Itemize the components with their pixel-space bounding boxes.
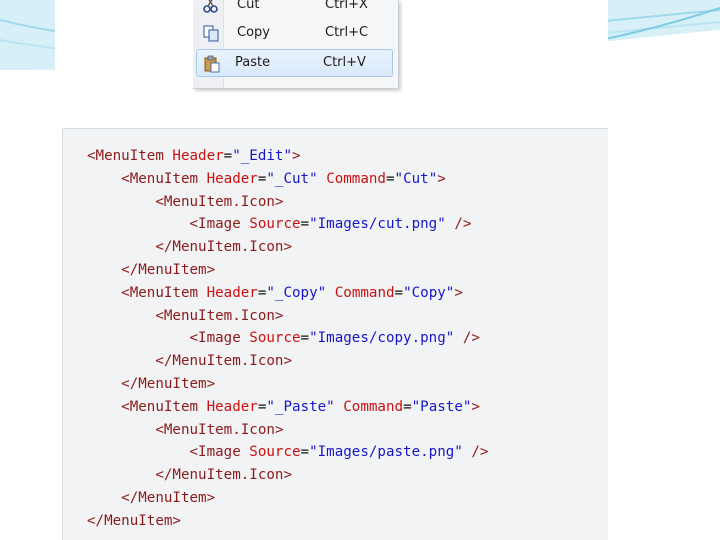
code-token-tag: </MenuItem>: [87, 261, 216, 278]
code-token-val: "_Copy": [266, 284, 335, 301]
code-token-tag: <MenuItem: [87, 398, 207, 415]
code-token-tag: />: [462, 330, 480, 347]
code-token-attr: Source: [249, 444, 301, 461]
code-token-val: "Images/paste.png": [309, 444, 472, 461]
menu-item-shortcut: Ctrl+V: [323, 55, 366, 70]
code-token-punc: =: [300, 330, 310, 347]
menu-item-label: Paste: [235, 55, 271, 70]
code-line: <Image Source="Images/paste.png" />: [87, 441, 488, 464]
code-token-attr: Header: [172, 148, 224, 164]
context-menu: Cut Ctrl+X Copy Ctrl+C Paste Ctrl+V: [193, 0, 399, 89]
code-token-attr: Command: [326, 170, 386, 187]
code-token-tag: </MenuItem>: [87, 375, 216, 392]
code-line: <MenuItem.Icon>: [87, 191, 488, 214]
code-token-punc: =: [385, 170, 395, 187]
code-token-tag: />: [454, 216, 472, 233]
code-token-tag: />: [471, 444, 489, 461]
menu-item-label: Cut: [237, 0, 260, 12]
code-line: <Image Source="Images/cut.png" />: [87, 213, 488, 236]
code-token-punc: =: [300, 444, 310, 461]
code-token-tag: </MenuItem>: [87, 489, 216, 506]
code-token-attr: Source: [249, 216, 301, 233]
code-token-tag: >: [437, 170, 446, 187]
menu-item-copy[interactable]: Copy Ctrl+C: [196, 19, 393, 47]
code-token-punc: =: [403, 398, 412, 415]
code-token-tag: <MenuItem.Icon>: [87, 421, 284, 438]
code-line: </MenuItem>: [87, 259, 488, 282]
code-token-tag: >: [292, 148, 301, 164]
code-line: </MenuItem>: [87, 487, 488, 510]
code-token-punc: =: [223, 148, 233, 164]
code-token-tag: <Image: [87, 330, 250, 347]
code-token-attr: Header: [206, 398, 258, 415]
code-token-tag: <MenuItem: [87, 284, 207, 301]
code-token-tag: <MenuItem.Icon>: [87, 193, 284, 210]
code-token-tag: </MenuItem.Icon>: [87, 353, 292, 370]
code-token-tag: >: [471, 398, 480, 415]
xaml-code-block: <MenuItem Header="_Edit"> <MenuItem Head…: [87, 145, 488, 533]
code-line: <MenuItem.Icon>: [87, 305, 488, 328]
code-line: <MenuItem Header="_Edit">: [87, 145, 488, 168]
code-line: </MenuItem>: [87, 510, 488, 533]
code-token-tag: </MenuItem.Icon>: [87, 239, 292, 256]
code-token-punc: =: [394, 284, 404, 301]
code-token-val: "Copy": [403, 284, 455, 301]
code-line: <MenuItem Header="_Paste" Command="Paste…: [87, 396, 488, 419]
code-token-tag: </MenuItem.Icon>: [87, 467, 292, 484]
code-line: <MenuItem Header="_Cut" Command="Cut">: [87, 168, 488, 191]
code-token-val: "_Cut": [266, 170, 327, 187]
code-panel: <MenuItem Header="_Edit"> <MenuItem Head…: [62, 128, 608, 540]
code-token-tag: <MenuItem: [87, 148, 173, 164]
code-token-attr: Header: [206, 170, 258, 187]
menu-item-shortcut: Ctrl+C: [325, 25, 369, 40]
menu-item-shortcut: Ctrl+X: [325, 0, 368, 12]
menu-item-label: Copy: [237, 25, 270, 40]
code-line: </MenuItem.Icon>: [87, 464, 488, 487]
scissors-icon: [203, 0, 218, 13]
clipboard-icon: [204, 55, 220, 73]
code-line: <MenuItem Header="_Copy" Command="Copy">: [87, 282, 488, 305]
menu-item-paste[interactable]: Paste Ctrl+V: [196, 49, 393, 77]
copy-icon: [203, 25, 219, 42]
code-token-attr: Header: [206, 284, 258, 301]
code-line: <Image Source="Images/copy.png" />: [87, 327, 488, 350]
code-token-val: "Images/copy.png": [309, 330, 463, 347]
code-token-tag: >: [454, 284, 463, 301]
code-token-tag: <MenuItem.Icon>: [87, 307, 284, 324]
code-token-tag: <MenuItem: [87, 170, 207, 187]
code-line: </MenuItem.Icon>: [87, 350, 488, 373]
code-token-punc: =: [300, 216, 310, 233]
code-token-tag: <Image: [87, 216, 250, 233]
code-token-tag: </MenuItem>: [87, 512, 181, 529]
code-token-val: "_Edit": [232, 148, 293, 164]
code-token-val: "_Paste": [266, 398, 344, 415]
code-token-val: "Cut": [394, 170, 438, 187]
code-line: </MenuItem>: [87, 373, 488, 396]
code-line: <MenuItem.Icon>: [87, 419, 488, 442]
code-token-tag: <Image: [87, 444, 250, 461]
code-token-attr: Source: [249, 330, 301, 347]
code-token-val: "Paste": [411, 398, 472, 415]
code-line: </MenuItem.Icon>: [87, 236, 488, 259]
code-token-attr: Command: [334, 284, 395, 301]
menu-item-cut[interactable]: Cut Ctrl+X: [196, 0, 393, 19]
code-token-val: "Images/cut.png": [309, 216, 455, 233]
code-token-attr: Command: [343, 398, 404, 415]
